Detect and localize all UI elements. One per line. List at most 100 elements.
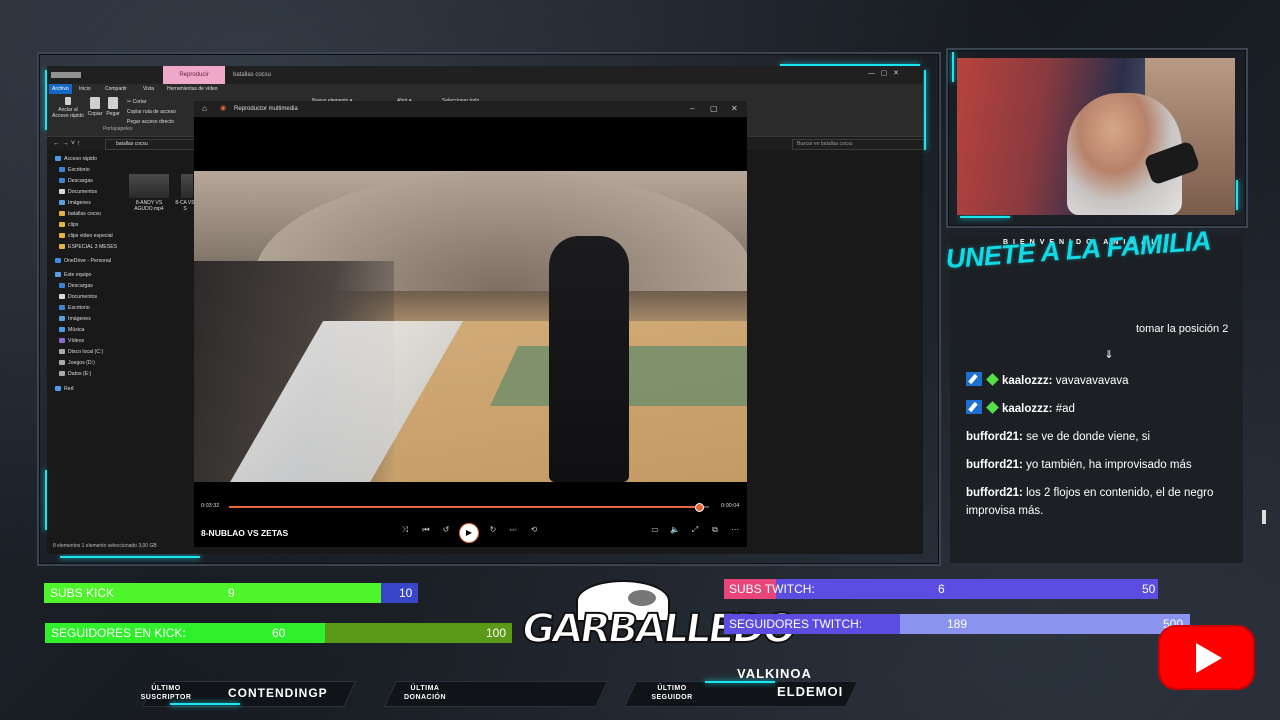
window-controls[interactable]: — ▢ ✕ bbox=[868, 69, 899, 77]
nav-item-label: Este equipo bbox=[64, 272, 92, 278]
subs-twitch-target: 50 bbox=[1142, 582, 1156, 596]
file-name[interactable]: 8-CA VS S bbox=[175, 200, 195, 212]
nav-item[interactable]: clips video especial bbox=[59, 231, 113, 241]
folder-icon bbox=[59, 316, 65, 322]
nav-item[interactable]: Imágenes bbox=[59, 314, 91, 324]
next-icon[interactable]: ⏭ bbox=[506, 525, 520, 535]
tab-vista[interactable]: Vista bbox=[143, 84, 154, 94]
folder-icon bbox=[55, 156, 61, 162]
nav-item-label: clips video especial bbox=[68, 233, 113, 239]
seek-bar[interactable] bbox=[229, 503, 709, 512]
tab-inicio[interactable]: Inicio bbox=[79, 84, 91, 94]
fullscreen-icon[interactable]: ⤢ bbox=[688, 525, 702, 535]
nav-item-label: clips bbox=[68, 222, 79, 228]
nav-item[interactable]: Documentos bbox=[59, 292, 97, 302]
quick-access-toolbar[interactable] bbox=[51, 72, 81, 78]
cast-icon[interactable]: ⧉ bbox=[708, 525, 722, 535]
nav-item[interactable]: Disco local (C:) bbox=[59, 347, 103, 357]
nav-item[interactable]: OneDrive - Personal bbox=[55, 256, 111, 266]
nav-item[interactable]: ESPECIAL 3 MESES bbox=[59, 242, 117, 252]
nav-item[interactable]: Documentos bbox=[59, 187, 97, 197]
seg-twitch-bar: SEGUIDORES TWITCH: 189 500 bbox=[724, 614, 1190, 634]
pin-button[interactable]: Anclar al Acceso rápido bbox=[51, 97, 85, 119]
frame-accent bbox=[960, 216, 1010, 218]
tab-compartir[interactable]: Compartir bbox=[105, 84, 127, 94]
folder-icon bbox=[55, 272, 61, 278]
cut-button[interactable]: ✂ Cortar bbox=[127, 97, 176, 107]
nav-item[interactable]: Música bbox=[59, 325, 84, 335]
media-player-window: ⌂ ◉ Reproductor multimedia – ▢ ✕ 0:03:32… bbox=[194, 101, 747, 547]
copy-button[interactable]: Copiar bbox=[87, 97, 103, 117]
tab-herramientas-video[interactable]: Herramientas de vídeo bbox=[167, 84, 218, 94]
chat-text: yo también, ha improvisado más bbox=[1026, 459, 1192, 471]
scroll-down-icon[interactable]: ⇓ bbox=[1102, 349, 1116, 361]
nav-item-label: Descargas bbox=[68, 178, 93, 184]
copy-path-button[interactable]: Copiar ruta de acceso bbox=[127, 107, 176, 117]
repeat-icon[interactable]: ⟲ bbox=[527, 525, 541, 534]
file-thumbnail[interactable] bbox=[129, 174, 169, 198]
nav-item[interactable]: clips bbox=[59, 220, 78, 230]
nav-item[interactable]: Datos (E:) bbox=[59, 369, 91, 379]
pin-icon bbox=[65, 97, 71, 105]
chat-username[interactable]: bufford21: bbox=[966, 431, 1023, 443]
last-sub-value: CONTENDINGP bbox=[228, 686, 328, 700]
video-frame[interactable] bbox=[194, 171, 747, 482]
cut-label: Cortar bbox=[132, 99, 147, 105]
folder-icon bbox=[59, 294, 65, 300]
replay-icon[interactable]: ↺ bbox=[439, 525, 453, 534]
forward-icon[interactable]: ↻ bbox=[486, 525, 500, 534]
seg-kick-bar: SEGUIDORES EN KICK: 60 100 bbox=[45, 623, 512, 643]
chat-username[interactable]: kaalozzz: bbox=[1002, 375, 1053, 387]
chat-text: #ad bbox=[1055, 403, 1075, 415]
tab-reproducir[interactable]: Reproducir bbox=[163, 66, 225, 84]
nav-item[interactable]: Juegos (D:) bbox=[59, 358, 95, 368]
nav-item[interactable]: Descargas bbox=[59, 176, 93, 186]
paste-label: Pegar bbox=[106, 111, 120, 117]
nav-item-label: batallas cocsu bbox=[68, 211, 101, 217]
minimize-icon[interactable]: – bbox=[690, 101, 694, 117]
nav-item[interactable]: Imágenes bbox=[59, 198, 91, 208]
nav-item[interactable]: Vídeos bbox=[59, 336, 84, 346]
nav-item[interactable]: Este equipo bbox=[55, 270, 91, 280]
home-icon[interactable]: ⌂ bbox=[202, 101, 207, 117]
volume-icon[interactable]: 🔈 bbox=[668, 525, 682, 534]
chat-scrollbar[interactable] bbox=[1262, 510, 1266, 524]
nav-item[interactable]: Red bbox=[55, 384, 74, 394]
nav-item-label: ESPECIAL 3 MESES bbox=[68, 244, 118, 250]
previous-icon[interactable]: ⏮ bbox=[419, 525, 433, 535]
subs-kick-label: SUBS KICK bbox=[50, 586, 115, 600]
play-icon[interactable]: ▶ bbox=[459, 523, 479, 543]
maximize-icon[interactable]: ▢ bbox=[710, 101, 718, 117]
seek-handle[interactable] bbox=[695, 503, 705, 512]
ribbon-tabs: Archivo Inicio Compartir Vista Herramien… bbox=[47, 84, 923, 94]
tab-archivo[interactable]: Archivo bbox=[49, 84, 72, 94]
miniplayer-icon[interactable]: ▭ bbox=[648, 525, 662, 534]
chat-username[interactable]: bufford21: bbox=[966, 487, 1023, 499]
last-sub-label-1: ÚLTIMO bbox=[151, 685, 181, 692]
chat-cut-message: tomar la posición 2 bbox=[1136, 323, 1229, 335]
file-thumbnail[interactable] bbox=[181, 174, 193, 198]
chat-username[interactable]: kaalozzz: bbox=[1002, 403, 1053, 415]
nav-item[interactable]: Escritorio bbox=[59, 303, 90, 313]
nav-item-label: OneDrive - Personal bbox=[64, 258, 111, 264]
folder-icon bbox=[59, 327, 65, 333]
folder-icon bbox=[59, 222, 65, 228]
player-titlebar: ⌂ ◉ Reproductor multimedia – ▢ ✕ bbox=[194, 101, 747, 117]
chat-username[interactable]: bufford21: bbox=[966, 459, 1023, 471]
paste-shortcut-button[interactable]: Pegar acceso directo bbox=[127, 117, 176, 127]
nav-arrows[interactable]: ← → ˅ ↑ bbox=[53, 138, 80, 150]
file-name[interactable]: 8-ANDY VS AGUDO.mp4 bbox=[127, 200, 171, 212]
paste-button[interactable]: Pegar bbox=[105, 97, 121, 117]
last-follower-label-1: ÚLTIMO bbox=[657, 685, 687, 692]
more-icon[interactable]: ⋯ bbox=[728, 525, 742, 534]
nav-item-label: Música bbox=[68, 327, 85, 333]
search-input[interactable]: Buscar en batallas cocsu bbox=[792, 139, 923, 150]
now-playing-title: 8-NUBLAO VS ZETAS bbox=[201, 528, 289, 538]
shuffle-icon[interactable]: ⤨ bbox=[398, 525, 412, 535]
nav-item[interactable]: batallas cocsu bbox=[59, 209, 101, 219]
frame-accent bbox=[60, 556, 200, 558]
nav-item[interactable]: Escritorio bbox=[59, 165, 90, 175]
nav-item[interactable]: Acceso rápido bbox=[55, 154, 97, 164]
nav-item[interactable]: Descargas bbox=[59, 281, 93, 291]
close-icon[interactable]: ✕ bbox=[731, 101, 738, 117]
